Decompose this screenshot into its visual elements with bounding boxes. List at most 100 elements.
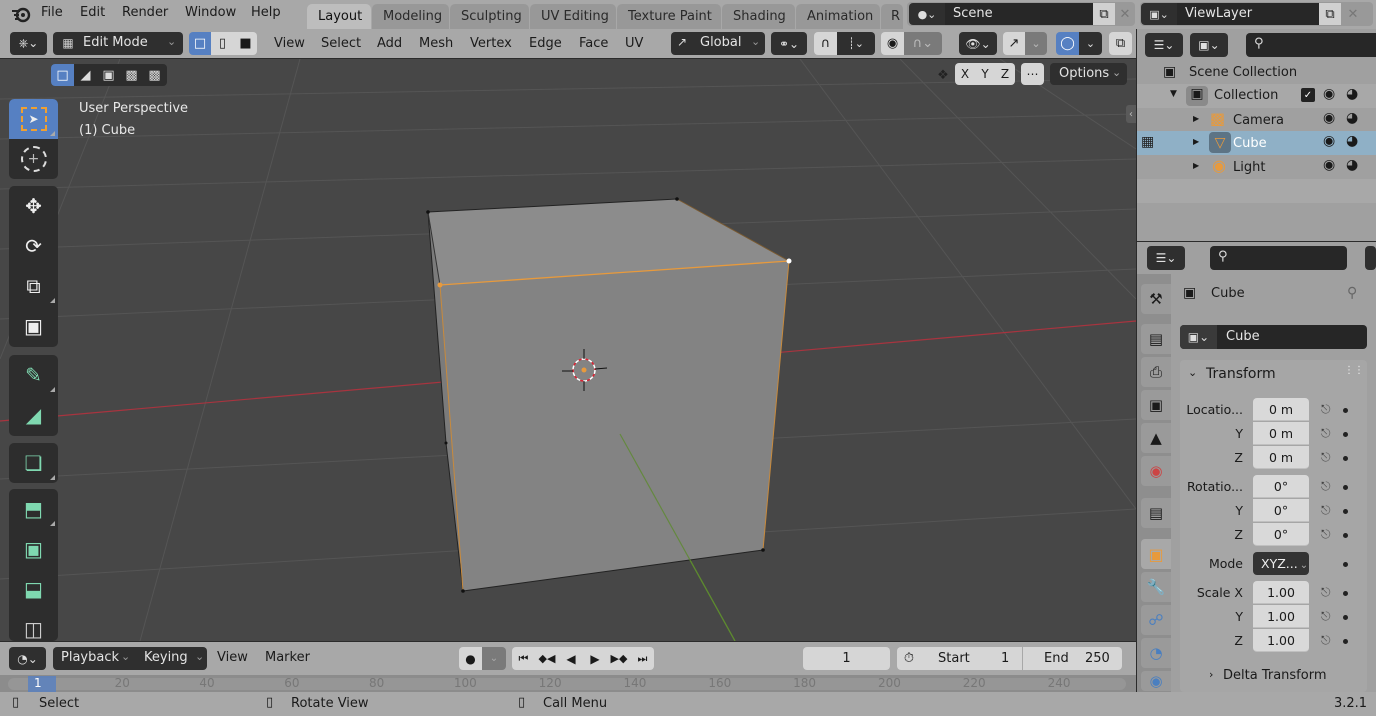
rotation-x-field[interactable]: 0°: [1253, 475, 1309, 498]
select-subtract-icon[interactable]: ▣: [97, 64, 120, 86]
overlays-toggle-icon[interactable]: ◯: [1056, 32, 1079, 55]
outliner-row-camera[interactable]: ▶ ▩ Camera ◉ ◕: [1137, 108, 1376, 132]
select-invert-icon[interactable]: ▩: [120, 64, 143, 86]
start-frame-field[interactable]: Start 1: [921, 647, 1022, 670]
menu-face[interactable]: Face: [579, 36, 608, 51]
edit-mode-icon[interactable]: ▦: [1141, 134, 1154, 150]
view-layer-name-field[interactable]: ViewLayer: [1177, 3, 1319, 25]
3d-viewport[interactable]: □ ◢ ▣ ▩ ▩ User Perspective (1) Cube ➤ + …: [0, 59, 1136, 641]
lock-icon[interactable]: ⎋: [1321, 527, 1331, 542]
tool-rotate[interactable]: ⟳: [9, 226, 58, 266]
render-camera-icon[interactable]: ◕: [1346, 157, 1358, 173]
object-datablock-icon[interactable]: ▣⌄: [1180, 325, 1217, 349]
tool-annotate[interactable]: ✎: [9, 355, 58, 395]
lock-icon[interactable]: ⎋: [1321, 585, 1331, 600]
snap-target-icon[interactable]: ┊⌄: [837, 32, 875, 55]
keyframe-dot[interactable]: [1343, 615, 1348, 620]
outliner-row-scene-collection[interactable]: ▣ Scene Collection: [1137, 61, 1376, 85]
end-frame-field[interactable]: End 250: [1023, 647, 1122, 670]
face-select-mode-icon[interactable]: ■: [234, 32, 257, 55]
menu-help[interactable]: Help: [251, 5, 281, 20]
physics-tab-icon[interactable]: ◔: [1141, 638, 1171, 668]
eye-icon[interactable]: ◉: [1323, 133, 1335, 149]
expand-arrow-icon[interactable]: ▶: [1193, 114, 1199, 123]
lock-icon[interactable]: ⎋: [1321, 402, 1331, 417]
snap-toggle-icon[interactable]: ∩: [814, 32, 837, 55]
scene-icon[interactable]: ●⌄: [909, 3, 945, 25]
render-camera-icon[interactable]: ◕: [1346, 110, 1358, 126]
rotation-y-field[interactable]: 0°: [1253, 499, 1309, 522]
sidebar-toggle-icon[interactable]: ‹: [1126, 105, 1136, 123]
playhead[interactable]: [28, 676, 56, 692]
pin-icon[interactable]: ⚲: [1347, 285, 1357, 301]
expand-arrow-icon[interactable]: ▶: [1193, 161, 1199, 170]
rotation-z-field[interactable]: 0°: [1253, 523, 1309, 546]
tool-inset[interactable]: ▣: [9, 529, 58, 569]
menu-window[interactable]: Window: [185, 5, 236, 20]
outliner-row-light[interactable]: ▶ ◉ Light ◉ ◕: [1137, 155, 1376, 179]
scene-tab-icon[interactable]: ▲: [1141, 423, 1171, 453]
scene-name-field[interactable]: Scene: [945, 3, 1093, 25]
tool-measure[interactable]: ◢: [9, 395, 58, 435]
view-layer-tab-icon[interactable]: ▣: [1141, 390, 1171, 420]
select-extend-icon[interactable]: ◢: [74, 64, 97, 86]
keyframe-dot[interactable]: [1343, 509, 1348, 514]
keyframe-dot[interactable]: [1343, 485, 1348, 490]
frame-ruler[interactable]: 1 20 40 60 80 100 120 140 160 180 200 220 240: [0, 675, 1136, 692]
keyframe-dot[interactable]: [1343, 639, 1348, 644]
menu-uv[interactable]: UV: [625, 36, 643, 51]
delete-scene-icon[interactable]: ✕: [1115, 3, 1135, 25]
tab-shading[interactable]: Shading: [722, 4, 795, 29]
render-camera-icon[interactable]: ◕: [1346, 133, 1358, 149]
keyframe-dot[interactable]: [1343, 591, 1348, 596]
lock-icon[interactable]: ⎋: [1321, 633, 1331, 648]
menu-view[interactable]: View: [274, 36, 305, 51]
keying-set-dropdown[interactable]: ⌄: [482, 647, 506, 670]
menu-playback[interactable]: Playback: [61, 650, 119, 665]
gizmo-toggle-icon[interactable]: ↗: [1003, 32, 1025, 55]
object-name-field[interactable]: ▣⌄ Cube: [1180, 325, 1367, 349]
blender-logo-icon[interactable]: [10, 5, 32, 23]
prev-keyframe-icon[interactable]: ◆◀: [535, 647, 559, 670]
menu-edit[interactable]: Edit: [80, 5, 105, 20]
outliner-search-input[interactable]: ⚲: [1246, 33, 1376, 57]
lock-icon[interactable]: ⎋: [1321, 503, 1331, 518]
tool-extrude[interactable]: ⬒: [9, 489, 58, 529]
delta-transform-panel[interactable]: Delta Transform: [1223, 668, 1326, 683]
menu-render[interactable]: Render: [122, 5, 168, 20]
new-scene-icon[interactable]: ⧉: [1093, 3, 1115, 25]
transform-orientation-dropdown[interactable]: ↗ Global ⌄: [671, 32, 765, 55]
tab-texture-paint[interactable]: Texture Paint: [617, 4, 721, 29]
options-dropdown[interactable]: Options ⌄: [1050, 63, 1127, 85]
world-tab-icon[interactable]: ◉: [1141, 456, 1171, 486]
tab-sculpting[interactable]: Sculpting: [450, 4, 529, 29]
transform-panel-title[interactable]: Transform: [1206, 366, 1276, 382]
tab-modeling[interactable]: Modeling: [372, 4, 449, 29]
collection-tab-icon[interactable]: ▤: [1141, 498, 1171, 528]
keyframe-dot[interactable]: [1343, 533, 1348, 538]
timeline-scrollbar[interactable]: [8, 678, 1126, 690]
tab-layout[interactable]: Layout: [307, 4, 371, 29]
tab-uv-editing[interactable]: UV Editing: [530, 4, 616, 29]
location-x-field[interactable]: 0 m: [1253, 398, 1309, 421]
exclude-checkbox[interactable]: ✓: [1301, 88, 1315, 102]
scale-x-field[interactable]: 1.00: [1253, 581, 1309, 604]
output-tab-icon[interactable]: ⎙: [1141, 357, 1171, 387]
chevron-right-icon[interactable]: ›: [1209, 668, 1213, 681]
location-y-field[interactable]: 0 m: [1253, 422, 1309, 445]
eye-icon[interactable]: ◉: [1323, 110, 1335, 126]
outliner-editor-type-icon[interactable]: ☰⌄: [1145, 33, 1183, 57]
eye-icon[interactable]: ◉: [1323, 86, 1335, 102]
auto-merge-icon[interactable]: ⋯: [1021, 63, 1044, 85]
view-layer-icon[interactable]: ▣⌄: [1141, 3, 1177, 25]
lock-icon[interactable]: ⎋: [1321, 609, 1331, 624]
mirror-x-toggle[interactable]: X: [955, 63, 975, 85]
lock-icon[interactable]: ⎋: [1321, 450, 1331, 465]
proportional-edit-icon[interactable]: ◉: [881, 32, 904, 55]
delete-view-layer-icon[interactable]: ✕: [1343, 3, 1363, 25]
outliner-row-collection[interactable]: ▼ ▣ Collection ✓ ◉ ◕: [1137, 84, 1376, 108]
menu-select[interactable]: Select: [321, 36, 361, 51]
modifier-tab-icon[interactable]: 🔧: [1141, 572, 1171, 602]
select-intersect-icon[interactable]: ▩: [143, 64, 166, 86]
menu-file[interactable]: File: [41, 5, 63, 20]
